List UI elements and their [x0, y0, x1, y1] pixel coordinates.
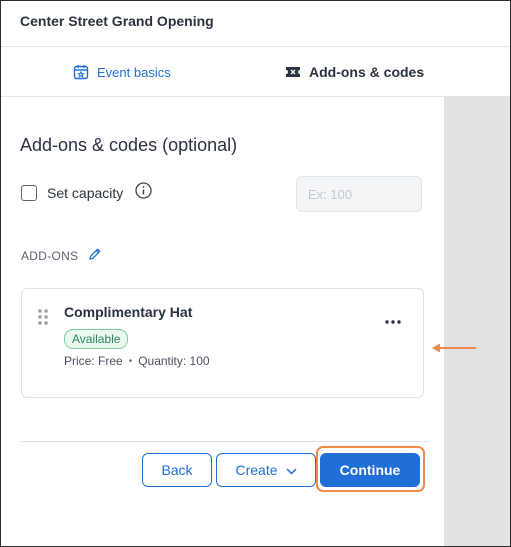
back-button[interactable]: Back: [142, 453, 212, 487]
dialog-frame: Center Street Grand Opening Event basics: [0, 0, 511, 547]
calendar-star-icon: [73, 64, 89, 80]
create-button-label: Create: [235, 462, 278, 478]
footer-divider: [21, 441, 429, 442]
tab-addons-codes[interactable]: Add-ons & codes: [285, 47, 424, 97]
side-panel: [444, 97, 510, 546]
main-content: Add-ons & codes (optional) Set capacity …: [1, 97, 444, 546]
addon-meta: Price: Free • Quantity: 100: [64, 354, 210, 368]
chevron-down-icon: [285, 462, 297, 478]
tab-bar: Event basics Add-ons & codes: [1, 47, 510, 97]
ticket-icon: [285, 65, 301, 79]
header: Center Street Grand Opening: [1, 1, 510, 47]
tab-addons-codes-label: Add-ons & codes: [309, 64, 425, 80]
tab-event-basics[interactable]: Event basics: [73, 47, 171, 97]
section-title: Add-ons & codes (optional): [20, 135, 238, 155]
addons-section-label: ADD-ONS: [21, 247, 102, 264]
addon-quantity: Quantity: 100: [138, 354, 210, 368]
arrow-left-icon: [431, 341, 477, 359]
capacity-input[interactable]: [296, 176, 422, 212]
addon-name: Complimentary Hat: [64, 304, 193, 320]
status-badge: Available: [64, 329, 129, 349]
meta-separator: •: [128, 355, 133, 367]
addon-price: Price: Free: [64, 354, 123, 368]
info-icon[interactable]: [135, 182, 152, 204]
set-capacity-checkbox[interactable]: [21, 185, 37, 201]
pencil-icon[interactable]: [88, 247, 102, 264]
addon-card[interactable]: Complimentary Hat Available Price: Free …: [21, 288, 424, 398]
continue-button[interactable]: Continue: [320, 453, 420, 487]
drag-handle-icon[interactable]: [38, 309, 48, 330]
create-button[interactable]: Create: [216, 453, 316, 487]
addons-label-text: ADD-ONS: [21, 248, 79, 263]
set-capacity-label[interactable]: Set capacity: [47, 185, 123, 201]
more-options-icon[interactable]: [385, 311, 401, 329]
capacity-row: Set capacity: [21, 182, 152, 204]
tab-event-basics-label: Event basics: [97, 64, 171, 80]
page-title: Center Street Grand Opening: [20, 13, 214, 29]
